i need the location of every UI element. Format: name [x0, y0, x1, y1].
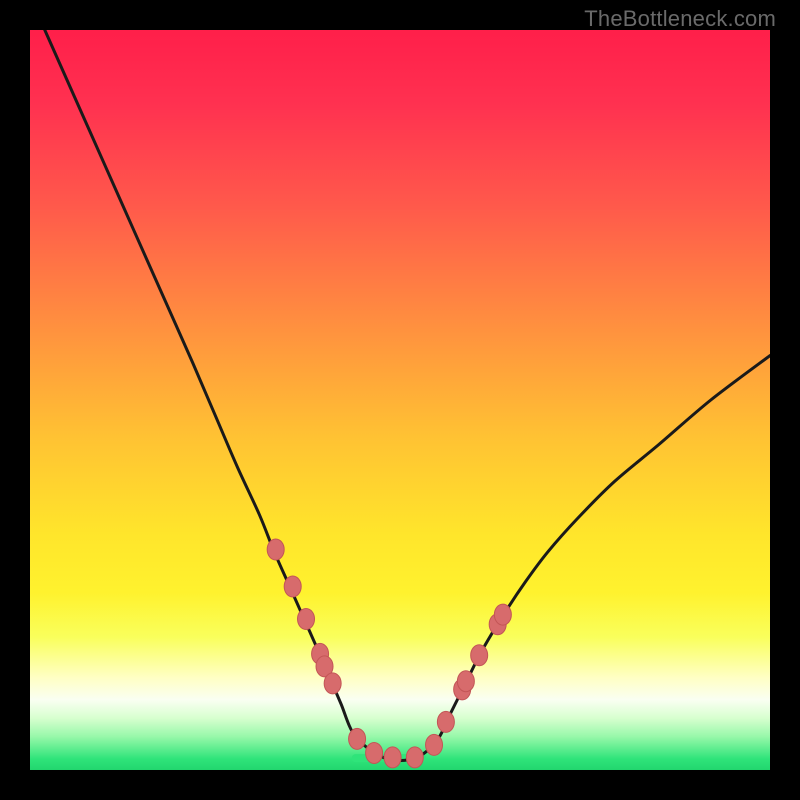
plot-area [30, 30, 770, 770]
marker-group [267, 539, 511, 768]
curve-marker [366, 742, 383, 763]
bottleneck-curve [45, 30, 770, 761]
curve-marker [406, 747, 423, 768]
curve-marker [426, 734, 443, 755]
curve-marker [494, 604, 511, 625]
curve-marker [298, 609, 315, 630]
stage: TheBottleneck.com [0, 0, 800, 800]
curve-marker [267, 539, 284, 560]
curve-marker [324, 673, 341, 694]
curve-marker [349, 728, 366, 749]
curve-marker [457, 671, 474, 692]
watermark-text: TheBottleneck.com [584, 6, 776, 32]
curve-marker [384, 747, 401, 768]
curve-marker [284, 576, 301, 597]
curve-marker [437, 711, 454, 732]
curve-marker [471, 645, 488, 666]
chart-svg [30, 30, 770, 770]
